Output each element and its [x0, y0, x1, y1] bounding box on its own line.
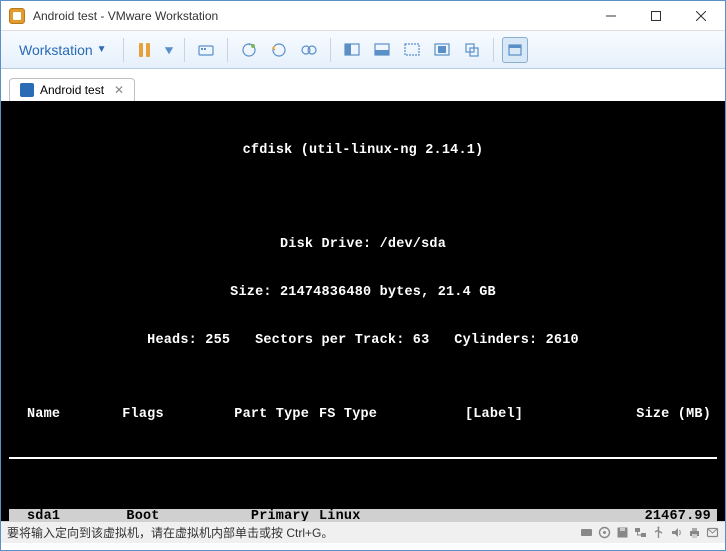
disk-geometry-line: Heads: 255 Sectors per Track: 63 Cylinde…: [9, 333, 717, 349]
maximize-button[interactable]: [633, 1, 678, 30]
header-rule: [9, 457, 717, 459]
pause-button[interactable]: [132, 37, 158, 63]
toolbar: Workstation ▼: [1, 31, 725, 69]
vm-icon: [20, 83, 34, 97]
cfdisk-title: cfdisk (util-linux-ng 2.14.1): [9, 143, 717, 159]
cell-name: sda1: [9, 509, 87, 521]
close-button[interactable]: [678, 1, 723, 30]
col-fstype-header: FS Type: [319, 407, 419, 423]
disk-size-line: Size: 21474836480 bytes, 21.4 GB: [9, 285, 717, 301]
separator: [184, 38, 185, 62]
unity-button[interactable]: [459, 37, 485, 63]
printer-icon[interactable]: [687, 526, 701, 540]
device-tray: [579, 526, 719, 540]
separator: [227, 38, 228, 62]
minimize-button[interactable]: [588, 1, 633, 30]
workstation-menu-label: Workstation: [19, 42, 93, 58]
network-icon[interactable]: [633, 526, 647, 540]
snapshot-manager-button[interactable]: [296, 37, 322, 63]
message-icon[interactable]: [705, 526, 719, 540]
snapshot-take-button[interactable]: [236, 37, 262, 63]
cell-ptype: Primary: [199, 509, 319, 521]
disk-drive-line: Disk Drive: /dev/sda: [9, 237, 717, 253]
col-ptype-header: Part Type: [199, 407, 319, 423]
separator: [330, 38, 331, 62]
col-name-header: Name: [9, 407, 87, 423]
pause-icon: [139, 43, 150, 57]
tab-android-test[interactable]: Android test ✕: [9, 78, 135, 101]
sound-icon[interactable]: [669, 526, 683, 540]
chevron-down-icon: ▼: [97, 44, 107, 55]
floppy-icon[interactable]: [615, 526, 629, 540]
tab-bar: Android test ✕: [1, 75, 725, 101]
col-label-header: [Label]: [419, 407, 569, 423]
cell-flags: Boot: [87, 509, 199, 521]
cell-fstype: Linux: [319, 509, 419, 521]
separator: [123, 38, 124, 62]
status-message: 要将输入定向到该虚拟机，请在虚拟机内部单击或按 Ctrl+G。: [7, 524, 579, 541]
partition-row[interactable]: sda1 Boot Primary Linux 21467.99: [9, 509, 717, 521]
cd-drive-icon[interactable]: [597, 526, 611, 540]
window-title: Android test - VMware Workstation: [33, 9, 588, 23]
show-thumbnails-button[interactable]: [369, 37, 395, 63]
snapshot-revert-button[interactable]: [266, 37, 292, 63]
fullscreen-button[interactable]: [429, 37, 455, 63]
col-size-header: Size (MB): [569, 407, 717, 423]
stretch-guest-button[interactable]: [399, 37, 425, 63]
show-console-button[interactable]: [339, 37, 365, 63]
usb-icon[interactable]: [651, 526, 665, 540]
cell-size: 21467.99: [569, 509, 717, 521]
titlebar: Android test - VMware Workstation: [1, 1, 725, 31]
send-ctrl-alt-del-button[interactable]: [193, 37, 219, 63]
power-options-button[interactable]: [162, 37, 176, 63]
workstation-menu[interactable]: Workstation ▼: [11, 38, 115, 62]
col-flags-header: Flags: [87, 407, 199, 423]
separator: [493, 38, 494, 62]
tab-label: Android test: [40, 83, 104, 97]
column-header-row: Name Flags Part Type FS Type [Label] Siz…: [9, 407, 717, 423]
hard-disk-icon[interactable]: [579, 526, 593, 540]
view-cycle-button[interactable]: [502, 37, 528, 63]
tab-close-button[interactable]: ✕: [114, 83, 124, 97]
cell-label: [419, 509, 569, 521]
status-bar: 要将输入定向到该虚拟机，请在虚拟机内部单击或按 Ctrl+G。: [1, 521, 725, 543]
guest-terminal[interactable]: cfdisk (util-linux-ng 2.14.1) Disk Drive…: [1, 101, 725, 521]
app-icon: [9, 8, 25, 24]
